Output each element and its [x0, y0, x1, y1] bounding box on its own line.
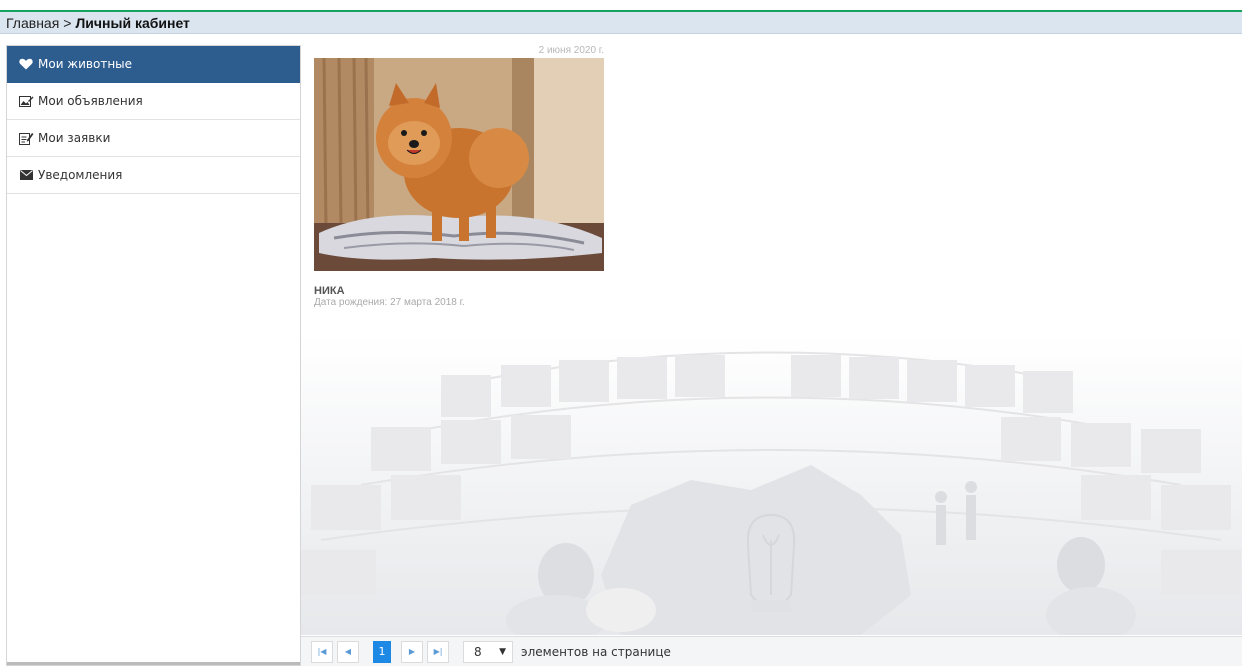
breadcrumb: Главная > Личный кабинет: [0, 12, 1242, 34]
breadcrumb-current: Личный кабинет: [75, 15, 190, 31]
card-date: 2 июня 2020 г.: [538, 45, 604, 56]
animal-card[interactable]: 2 июня 2020 г. НИКА Дата рождения: 27 ма…: [314, 43, 604, 309]
last-page-button[interactable]: ▶|: [427, 640, 449, 663]
next-page-button[interactable]: ▶: [401, 640, 423, 663]
image-edit-icon: [18, 94, 34, 108]
animal-birth-date: Дата рождения: 27 марта 2018 г.: [314, 297, 465, 308]
heart-icon: [18, 57, 34, 71]
sidebar-scrollbar[interactable]: [7, 662, 300, 665]
sidebar-item-my-animals[interactable]: Мои животные: [7, 46, 300, 83]
sidebar-item-my-ads[interactable]: Мои объявления: [7, 83, 300, 120]
main-content: 2 июня 2020 г. НИКА Дата рождения: 27 ма…: [301, 35, 1242, 666]
sidebar-item-label: Мои животные: [38, 57, 133, 71]
animal-photo[interactable]: [314, 58, 604, 271]
page-number-button[interactable]: 1: [373, 640, 391, 663]
page-size-value: 8: [474, 644, 482, 659]
breadcrumb-separator: >: [63, 15, 72, 31]
next-page-icon: ▶: [408, 647, 416, 656]
envelope-icon: [18, 168, 34, 182]
breadcrumb-home[interactable]: Главная: [6, 15, 59, 31]
prev-page-icon: ◀: [344, 647, 352, 656]
sidebar: Мои животные Мои объявления Мои заявки У…: [6, 45, 301, 666]
first-page-button[interactable]: |◀: [311, 640, 333, 663]
sidebar-item-my-requests[interactable]: Мои заявки: [7, 120, 300, 157]
chevron-down-icon: ▼: [499, 646, 506, 657]
pagination: |◀ ◀ 1 ▶ ▶| 8 ▼ элементов на странице: [301, 636, 1242, 666]
page-size-label: элементов на странице: [521, 644, 671, 659]
page-size-select[interactable]: 8 ▼: [463, 640, 513, 663]
sidebar-item-label: Уведомления: [38, 168, 123, 182]
last-page-icon: ▶|: [433, 647, 443, 656]
sidebar-item-notifications[interactable]: Уведомления: [7, 157, 300, 194]
prev-page-button[interactable]: ◀: [337, 640, 359, 663]
sidebar-item-label: Мои объявления: [38, 94, 143, 108]
edit-note-icon: [18, 131, 34, 145]
sidebar-item-label: Мои заявки: [38, 131, 111, 145]
animal-name[interactable]: НИКА: [314, 285, 604, 297]
first-page-icon: |◀: [317, 647, 327, 656]
